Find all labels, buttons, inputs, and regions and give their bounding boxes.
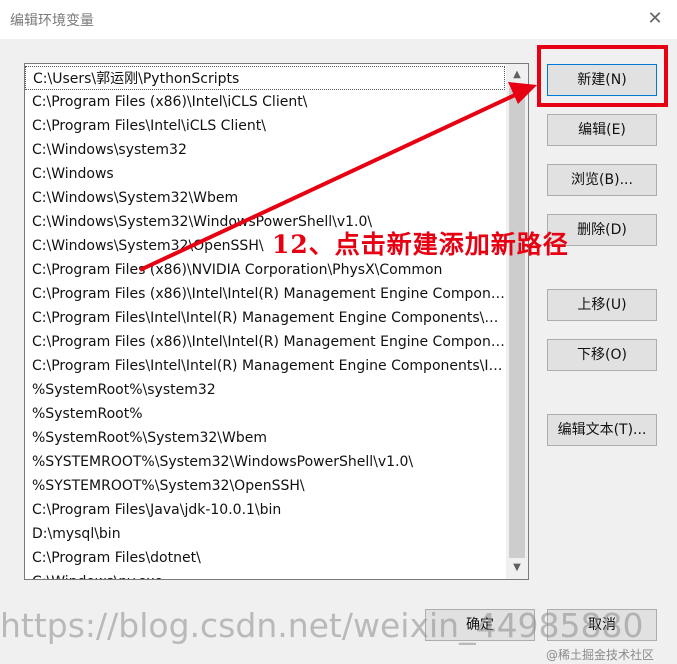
browse-button[interactable]: 浏览(B)... [547,164,657,196]
path-list-item[interactable]: C:\Program Files\Intel\Intel(R) Manageme… [25,306,505,330]
ok-button[interactable]: 确定 [425,609,535,641]
edit-button[interactable]: 编辑(E) [547,114,657,146]
path-list-item[interactable]: C:\Program Files\Intel\Intel(R) Manageme… [25,354,505,378]
path-list-item[interactable]: C:\Windows\System32\Wbem [25,186,505,210]
path-list-item[interactable]: C:\Program Files (x86)\Intel\iCLS Client… [25,90,505,114]
path-list-item[interactable]: C:\Program Files (x86)\NVIDIA Corporatio… [25,258,505,282]
path-list-item[interactable]: %SYSTEMROOT%\System32\WindowsPowerShell\… [25,450,505,474]
dialog-title: 编辑环境变量 [10,13,94,29]
path-list-item[interactable]: %SystemRoot% [25,402,505,426]
annotation-text: 12、点击新建添加新路径 [272,230,569,259]
path-list-item[interactable]: %SystemRoot%\system32 [25,378,505,402]
move-down-button[interactable]: 下移(O) [547,339,657,371]
path-list-item[interactable]: C:\Program Files (x86)\Intel\Intel(R) Ma… [25,330,505,354]
scroll-down-arrow-icon[interactable]: ▼ [506,557,528,579]
path-list-item[interactable]: C:\Program Files (x86)\Intel\Intel(R) Ma… [25,282,505,306]
path-list-item[interactable]: %SystemRoot%\System32\Wbem [25,426,505,450]
path-list[interactable]: C:\Users\郭运刚\PythonScripts C:\Program Fil… [24,63,529,580]
path-list-item[interactable]: C:\Program Files\Intel\iCLS Client\ [25,114,505,138]
edit-text-button[interactable]: 编辑文本(T)... [547,414,657,446]
path-list-item[interactable]: C:\Windows\system32 [25,138,505,162]
title-bar: 编辑环境变量 ✕ [0,0,677,39]
path-list-item[interactable]: %SYSTEMROOT%\System32\OpenSSH\ [25,474,505,498]
path-list-item[interactable]: D:\mysql\bin [25,522,505,546]
new-button[interactable]: 新建(N) [547,64,657,96]
path-list-item[interactable]: C:\Program Files\dotnet\ [25,546,505,570]
path-list-item[interactable]: C:\Windows [25,162,505,186]
list-scrollbar[interactable]: ▲ ▼ [506,64,528,579]
edit-env-dialog: 编辑环境变量 ✕ C:\Users\郭运刚\PythonScripts C:\Pr… [0,0,677,664]
scroll-up-arrow-icon[interactable]: ▲ [506,64,528,86]
move-up-button[interactable]: 上移(U) [547,289,657,321]
path-list-item[interactable]: C:\Users\郭运刚\PythonScripts [25,66,505,90]
path-list-item[interactable]: C:\Windows\py.exe [25,570,505,579]
path-list-item[interactable]: C:\Program Files\Java\jdk-10.0.1\bin [25,498,505,522]
scroll-thumb[interactable] [509,88,525,558]
close-icon[interactable]: ✕ [640,6,670,32]
cancel-button[interactable]: 取消 [547,609,657,641]
